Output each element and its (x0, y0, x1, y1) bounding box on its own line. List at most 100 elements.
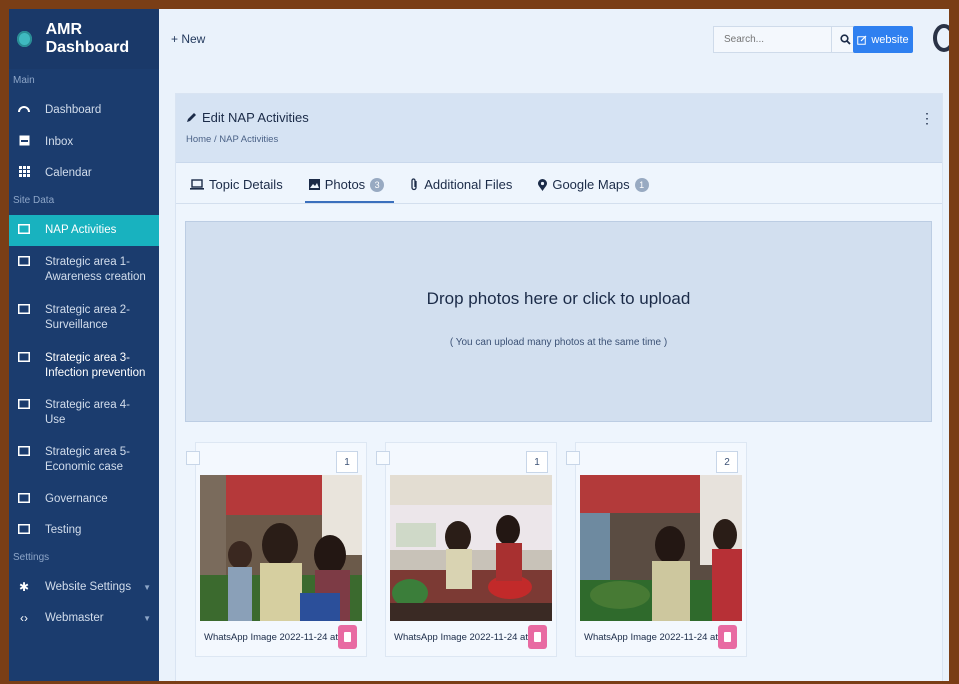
tab-google-maps[interactable]: Google Maps 1 (534, 177, 658, 203)
photo-upload-dropzone[interactable]: Drop photos here or click to upload ( Yo… (185, 221, 932, 422)
map-marker-icon (538, 178, 548, 191)
folder-icon (17, 303, 31, 318)
tab-bar: Topic Details Photos 3 Additional Files … (176, 163, 942, 204)
app-title: AMR Dashboard (45, 21, 130, 56)
sidebar-item-label: Calendar (45, 167, 92, 179)
sidebar-item-label: Strategic area 5- Economic case (45, 446, 131, 473)
photo-card: 2 WhatsApp Image 2022-11-24 at 7.44 (566, 442, 747, 657)
trash-icon (534, 632, 541, 642)
sidebar-item-label: NAP Activities (45, 224, 117, 236)
tab-label: Topic Details (209, 177, 283, 192)
app-window: AMR Dashboard Main Dashboard Inbox Calen… (9, 9, 949, 681)
new-button[interactable]: + New (171, 32, 205, 46)
photo-card: 1 WhatsApp Image 2022-11-24 at 7.44 (376, 442, 557, 657)
sidebar-item-nap-activities[interactable]: NAP Activities (9, 215, 159, 246)
folder-icon (17, 445, 31, 460)
folder-icon (17, 223, 31, 238)
avatar[interactable] (931, 23, 949, 53)
dropzone-subtitle: ( You can upload many photos at the same… (449, 337, 668, 348)
paperclip-icon (411, 178, 417, 191)
gear-icon: ✱ (18, 580, 30, 594)
photo-filename: WhatsApp Image 2022-11-24 at 7.44 (394, 632, 534, 643)
topbar: + New website (159, 9, 949, 69)
section-main: Main (13, 75, 35, 86)
caret-down-icon: ▼ (143, 583, 151, 592)
photo-select-checkbox[interactable] (376, 451, 390, 465)
brand[interactable]: AMR Dashboard (9, 9, 159, 69)
photo-filename: WhatsApp Image 2022-11-24 at 7.44 (584, 632, 724, 643)
breadcrumb[interactable]: Home / NAP Activities (186, 134, 278, 145)
page-title: Edit NAP Activities (186, 110, 309, 125)
sidebar-item-strategic-area-3[interactable]: Strategic area 3- Infection prevention (9, 342, 159, 390)
delete-photo-button[interactable] (528, 625, 547, 649)
sidebar-item-strategic-area-5[interactable]: Strategic area 5- Economic case (9, 436, 159, 484)
grid-icon (17, 166, 31, 181)
code-icon: ‹› (20, 611, 28, 625)
sidebar-item-calendar[interactable]: Calendar (9, 158, 159, 189)
sidebar-item-strategic-area-4[interactable]: Strategic area 4- Use (9, 390, 159, 436)
image-icon (308, 179, 320, 190)
logo-icon (17, 31, 32, 47)
website-button[interactable]: website (853, 26, 913, 53)
sidebar-item-label: Testing (45, 524, 82, 536)
sidebar-item-label: Strategic area 2- Surveillance (45, 304, 131, 331)
photo-select-checkbox[interactable] (186, 451, 200, 465)
photo-order[interactable]: 2 (716, 451, 738, 473)
edit-card: Edit NAP Activities Home / NAP Activitie… (175, 93, 943, 681)
pencil-icon (187, 113, 196, 122)
tab-label: Additional Files (424, 177, 513, 192)
tab-label: Photos (324, 177, 366, 192)
delete-photo-button[interactable] (338, 625, 357, 649)
sidebar-item-inbox[interactable]: Inbox (9, 127, 159, 158)
sidebar: AMR Dashboard Main Dashboard Inbox Calen… (9, 9, 159, 681)
caret-down-icon: ▼ (143, 614, 151, 623)
inbox-icon (17, 135, 31, 150)
external-link-icon (857, 35, 867, 45)
sidebar-item-strategic-area-1[interactable]: Strategic area 1- Awareness creation (9, 246, 159, 294)
sidebar-item-label: Dashboard (45, 104, 102, 116)
delete-photo-button[interactable] (718, 625, 737, 649)
sidebar-item-label: Inbox (45, 136, 74, 148)
sidebar-item-testing[interactable]: Testing (9, 515, 159, 546)
tab-photos[interactable]: Photos 3 (304, 177, 395, 203)
photo-filename: WhatsApp Image 2022-11-24 at 7.44 (204, 632, 344, 643)
folder-icon (17, 398, 31, 413)
folder-icon (17, 523, 31, 538)
sidebar-item-strategic-area-2[interactable]: Strategic area 2- Surveillance (9, 294, 159, 342)
search-icon (839, 34, 851, 45)
section-settings: Settings (13, 552, 50, 563)
search-input[interactable] (713, 26, 831, 53)
sidebar-item-governance[interactable]: Governance (9, 484, 159, 515)
photo-card: 1 WhatsApp Image 2022-11-24 at 7.44 (186, 442, 367, 657)
card-header: Edit NAP Activities Home / NAP Activitie… (176, 94, 942, 163)
sidebar-item-webmaster[interactable]: ‹› Webmaster ▼ (9, 603, 159, 634)
folder-icon (17, 351, 31, 366)
sidebar-item-label: Strategic area 4- Use (45, 399, 131, 426)
photo-thumbnail[interactable] (200, 475, 362, 621)
photo-thumbnail[interactable] (390, 475, 552, 621)
gauge-icon (17, 103, 31, 119)
website-label: website (871, 33, 909, 46)
photo-select-checkbox[interactable] (566, 451, 580, 465)
photo-order[interactable]: 1 (526, 451, 548, 473)
dropzone-title: Drop photos here or click to upload (426, 289, 691, 308)
tab-topic-details[interactable]: Topic Details (186, 177, 293, 203)
sidebar-item-label: Webmaster (45, 612, 104, 624)
photo-thumbnail[interactable] (580, 475, 742, 621)
tab-additional-files[interactable]: Additional Files (406, 177, 522, 203)
sidebar-item-label: Governance (45, 493, 108, 505)
photo-order[interactable]: 1 (336, 451, 358, 473)
maps-count-badge: 1 (634, 177, 649, 192)
photos-count-badge: 3 (370, 177, 385, 192)
sidebar-item-label: Strategic area 3- Infection prevention (45, 352, 146, 379)
page-title-text: Edit NAP Activities (202, 110, 309, 125)
laptop-icon (190, 179, 204, 190)
more-options-icon[interactable]: ⋮ (920, 110, 934, 127)
folder-icon (17, 255, 31, 270)
sidebar-item-label: Website Settings (45, 581, 132, 593)
sidebar-item-website-settings[interactable]: ✱ Website Settings ▼ (9, 572, 159, 603)
search-bar (713, 26, 859, 53)
sidebar-item-dashboard[interactable]: Dashboard (9, 95, 159, 127)
folder-icon (17, 492, 31, 507)
trash-icon (724, 632, 731, 642)
